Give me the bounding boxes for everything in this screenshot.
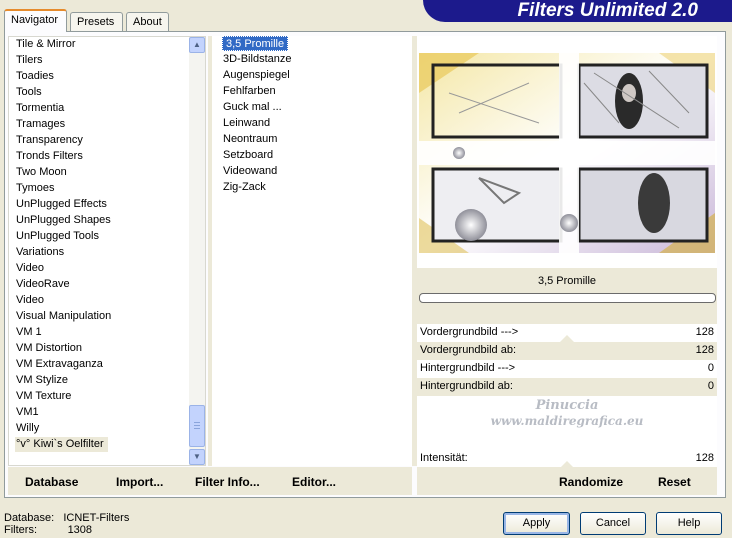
- category-scrollbar[interactable]: ▲ ▼: [189, 37, 205, 465]
- preview-filter-name: 3,5 Promille: [537, 275, 597, 287]
- category-item[interactable]: VM 1: [16, 325, 42, 340]
- status-filters: Filters: 1308: [4, 524, 93, 536]
- preview-toolbar: Randomize Reset: [417, 467, 717, 495]
- param-label: Vordergrundbild ab:: [420, 344, 517, 356]
- intensity-label: Intensität:: [420, 452, 468, 464]
- filter-item[interactable]: 3D-Bildstanze: [223, 52, 291, 67]
- preview-area: [417, 36, 717, 268]
- category-item[interactable]: VideoRave: [16, 277, 70, 292]
- filter-info-button[interactable]: Filter Info...: [195, 475, 260, 489]
- category-item[interactable]: VM Extravaganza: [16, 357, 103, 372]
- randomize-button[interactable]: Randomize: [559, 475, 623, 489]
- category-item[interactable]: VM Stylize: [16, 373, 68, 388]
- category-item[interactable]: Visual Manipulation: [16, 309, 111, 324]
- filter-item[interactable]: Leinwand: [223, 116, 270, 131]
- app-title-banner: Filters Unlimited 2.0: [423, 0, 732, 22]
- param-value: 0: [707, 362, 714, 374]
- category-item[interactable]: Video: [16, 293, 44, 308]
- category-item[interactable]: Toadies: [16, 69, 54, 84]
- watermark-line-1: Pinuccia: [535, 398, 599, 413]
- database-button[interactable]: Database: [25, 475, 78, 489]
- category-item[interactable]: VM Distortion: [16, 341, 82, 356]
- intensity-row[interactable]: Intensität: 128: [417, 450, 717, 468]
- filter-item[interactable]: 3,5 Promille: [222, 36, 289, 51]
- param-row[interactable]: Hintergrundbild ---> 0: [417, 360, 717, 378]
- param-row[interactable]: Hintergrundbild ab: 0: [417, 378, 717, 396]
- import-button[interactable]: Import...: [116, 475, 163, 489]
- help-button[interactable]: Help: [656, 512, 722, 535]
- param-value: 128: [695, 326, 714, 338]
- category-item[interactable]: Tools: [16, 85, 42, 100]
- param-value: 0: [707, 380, 714, 392]
- list-toolbar: Database Import... Filter Info... Editor…: [8, 467, 412, 495]
- category-item[interactable]: UnPlugged Effects: [16, 197, 107, 212]
- category-item[interactable]: Two Moon: [16, 165, 67, 180]
- tab-navigator[interactable]: Navigator: [4, 9, 67, 32]
- tab-presets[interactable]: Presets: [70, 12, 123, 31]
- editor-button[interactable]: Editor...: [292, 475, 336, 489]
- category-item[interactable]: Transparency: [16, 133, 83, 148]
- filter-name-bar: 3,5 Promille: [417, 268, 717, 326]
- filter-item[interactable]: Augenspiegel: [223, 68, 290, 83]
- filter-item[interactable]: Neontraum: [223, 132, 277, 147]
- cancel-button[interactable]: Cancel: [580, 512, 646, 535]
- scroll-thumb[interactable]: [189, 405, 205, 447]
- param-label: Vordergrundbild --->: [420, 326, 519, 338]
- preview-image: [419, 53, 715, 253]
- category-item[interactable]: Video: [16, 261, 44, 276]
- filter-item[interactable]: Videowand: [223, 164, 277, 179]
- category-item[interactable]: Tile & Mirror: [16, 37, 75, 52]
- filter-item[interactable]: Zig-Zack: [223, 180, 266, 195]
- tab-about[interactable]: About: [126, 12, 169, 31]
- category-item[interactable]: VM Texture: [16, 389, 71, 404]
- filter-item[interactable]: Guck mal ...: [223, 100, 282, 115]
- category-list[interactable]: Tile & Mirror Tilers Toadies Tools Tormentia…: [8, 36, 206, 466]
- param-label: Hintergrundbild --->: [420, 362, 516, 374]
- category-item[interactable]: Tymoes: [16, 181, 55, 196]
- filter-list[interactable]: 3,5 Promille 3D-Bildstanze Augenspiegel Feh…: [212, 36, 412, 466]
- scroll-up-icon[interactable]: ▲: [189, 37, 205, 53]
- scroll-down-icon[interactable]: ▼: [189, 449, 205, 465]
- progress-bar: [419, 293, 716, 303]
- category-item[interactable]: Willy: [16, 421, 39, 436]
- param-row[interactable]: Vordergrundbild ab: 128: [417, 342, 717, 360]
- param-row[interactable]: Vordergrundbild ---> 128: [417, 324, 717, 342]
- category-item[interactable]: Tronds Filters: [16, 149, 83, 164]
- reset-button[interactable]: Reset: [658, 475, 691, 489]
- category-item[interactable]: °v° Kiwi`s Oelfilter: [15, 437, 108, 452]
- param-value: 128: [695, 344, 714, 356]
- status-database: Database: ICNET-Filters: [4, 512, 130, 524]
- parameter-panel: Vordergrundbild ---> 128 Vordergrundbild…: [417, 324, 717, 468]
- watermark-line-2: www.maldiregrafica.eu: [490, 414, 644, 428]
- database-name: ICNET-Filters: [63, 512, 130, 524]
- category-item[interactable]: UnPlugged Tools: [16, 229, 99, 244]
- category-item[interactable]: UnPlugged Shapes: [16, 213, 111, 228]
- category-item[interactable]: Tramages: [16, 117, 65, 132]
- category-item[interactable]: Tormentia: [16, 101, 64, 116]
- intensity-value: 128: [695, 452, 714, 464]
- param-label: Hintergrundbild ab:: [420, 380, 513, 392]
- filter-count: 1308: [67, 524, 93, 536]
- filter-item[interactable]: Setzboard: [223, 148, 273, 163]
- apply-button[interactable]: Apply: [503, 512, 570, 535]
- category-item[interactable]: Variations: [16, 245, 64, 260]
- category-item[interactable]: Tilers: [16, 53, 42, 68]
- filter-item[interactable]: Fehlfarben: [223, 84, 276, 99]
- category-item[interactable]: VM1: [16, 405, 39, 420]
